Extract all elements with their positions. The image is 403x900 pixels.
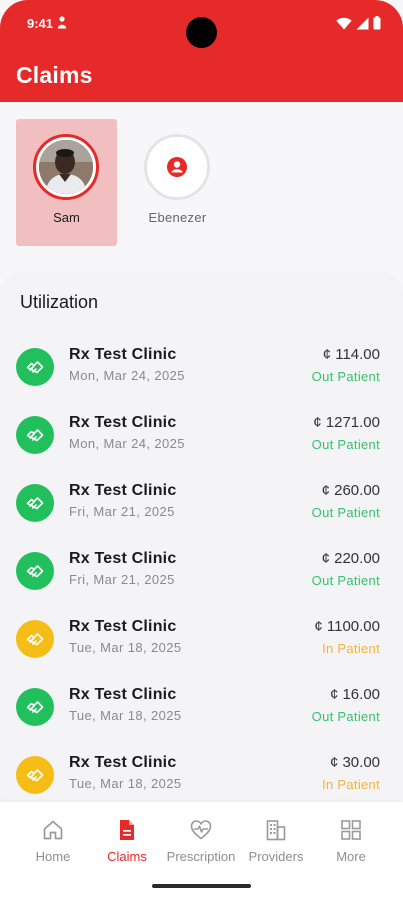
claim-date: Tue, Mar 18, 2025 xyxy=(69,640,182,655)
clinic-name: Rx Test Clinic xyxy=(69,754,177,771)
avatar-portrait-icon xyxy=(39,140,93,194)
claim-row[interactable]: Rx Test Clinic Tue, Mar 18, 2025 ¢ 16.00 Ou… xyxy=(0,674,403,742)
claim-type-icon xyxy=(16,756,54,794)
claim-row[interactable]: Rx Test Clinic Tue, Mar 18, 2025 ¢ 30.00 In… xyxy=(0,742,403,810)
battery-icon xyxy=(373,16,381,30)
nav-label: Claims xyxy=(107,849,147,864)
profile-name: Ebenezer xyxy=(148,210,207,225)
clinic-name: Rx Test Clinic xyxy=(69,550,177,567)
claims-document-icon xyxy=(120,820,134,840)
clinic-name: Rx Test Clinic xyxy=(69,618,177,635)
claim-type-icon xyxy=(16,348,54,386)
member-selector: Sam Ebenezer xyxy=(0,102,403,272)
nav-providers[interactable]: Providers xyxy=(236,818,316,864)
claim-row[interactable]: Rx Test Clinic Tue, Mar 18, 2025 ¢ 1100.00… xyxy=(0,606,403,674)
app-header: 9:41 Claims xyxy=(0,0,403,102)
claim-type-icon xyxy=(16,416,54,454)
camera-cutout xyxy=(186,17,217,48)
claim-type-icon xyxy=(16,620,54,658)
status-time: 9:41 xyxy=(27,16,54,31)
page-title: Claims xyxy=(16,62,93,88)
heart-pulse-icon xyxy=(190,820,212,840)
home-icon xyxy=(43,820,63,840)
claim-row[interactable]: Rx Test Clinic Mon, Mar 24, 2025 ¢ 114.00 O… xyxy=(0,334,403,402)
wifi-icon xyxy=(336,17,352,29)
claim-date: Mon, Mar 24, 2025 xyxy=(69,436,185,451)
section-title: Utilization xyxy=(20,292,99,312)
claim-date: Tue, Mar 18, 2025 xyxy=(69,708,182,723)
nav-more[interactable]: More xyxy=(311,818,391,864)
nav-prescription[interactable]: Prescription xyxy=(161,818,241,864)
profile-ebenezer[interactable]: Ebenezer xyxy=(127,119,228,246)
claim-amount: ¢ 1271.00 xyxy=(313,414,380,431)
avatar-ring xyxy=(144,134,210,200)
clinic-name: Rx Test Clinic xyxy=(69,482,177,499)
claim-type-icon xyxy=(16,484,54,522)
profile-sam[interactable]: Sam xyxy=(16,119,117,246)
claim-amount: ¢ 30.00 xyxy=(329,754,380,771)
nav-claims[interactable]: Claims xyxy=(87,818,167,864)
claim-type-icon xyxy=(16,688,54,726)
user-placeholder-icon xyxy=(167,157,187,177)
nav-label: More xyxy=(336,849,366,864)
clinic-name: Rx Test Clinic xyxy=(69,414,177,431)
building-icon xyxy=(266,820,286,841)
claim-type-icon xyxy=(16,552,54,590)
nav-label: Prescription xyxy=(166,849,236,864)
patient-type: In Patient xyxy=(322,777,380,792)
patient-type: Out Patient xyxy=(311,369,380,384)
nav-home[interactable]: Home xyxy=(13,818,93,864)
claim-row[interactable]: Rx Test Clinic Mon, Mar 24, 2025 ¢ 1271.00… xyxy=(0,402,403,470)
signal-icon xyxy=(356,17,369,29)
profile-name: Sam xyxy=(53,210,80,225)
claim-row[interactable]: Rx Test Clinic Fri, Mar 21, 2025 ¢ 220.00 O… xyxy=(0,538,403,606)
clinic-name: Rx Test Clinic xyxy=(69,346,177,363)
patient-type: Out Patient xyxy=(311,573,380,588)
nav-label: Home xyxy=(35,849,71,864)
clinic-name: Rx Test Clinic xyxy=(69,686,177,703)
claim-amount: ¢ 16.00 xyxy=(329,686,380,703)
claim-date: Mon, Mar 24, 2025 xyxy=(69,368,185,383)
avatar-ring xyxy=(33,134,99,200)
patient-type: Out Patient xyxy=(311,505,380,520)
user-status-icon xyxy=(57,16,67,29)
utilization-card: Utilization Rx Test Clinic Mon, Mar 24, 2… xyxy=(0,272,403,802)
claim-amount: ¢ 114.00 xyxy=(322,346,380,363)
claim-amount: ¢ 1100.00 xyxy=(314,618,380,635)
claim-amount: ¢ 260.00 xyxy=(321,482,380,499)
claim-row[interactable]: Rx Test Clinic Fri, Mar 21, 2025 ¢ 260.00 O… xyxy=(0,470,403,538)
patient-type: Out Patient xyxy=(311,437,380,452)
system-icons xyxy=(336,16,381,30)
patient-type: In Patient xyxy=(322,641,380,656)
nav-label: Providers xyxy=(248,849,304,864)
patient-type: Out Patient xyxy=(311,709,380,724)
grid-icon xyxy=(341,820,361,840)
claim-date: Fri, Mar 21, 2025 xyxy=(69,504,175,519)
claim-date: Fri, Mar 21, 2025 xyxy=(69,572,175,587)
avatar-photo xyxy=(39,140,93,194)
claim-amount: ¢ 220.00 xyxy=(321,550,380,567)
home-indicator xyxy=(152,884,251,888)
claim-date: Tue, Mar 18, 2025 xyxy=(69,776,182,791)
